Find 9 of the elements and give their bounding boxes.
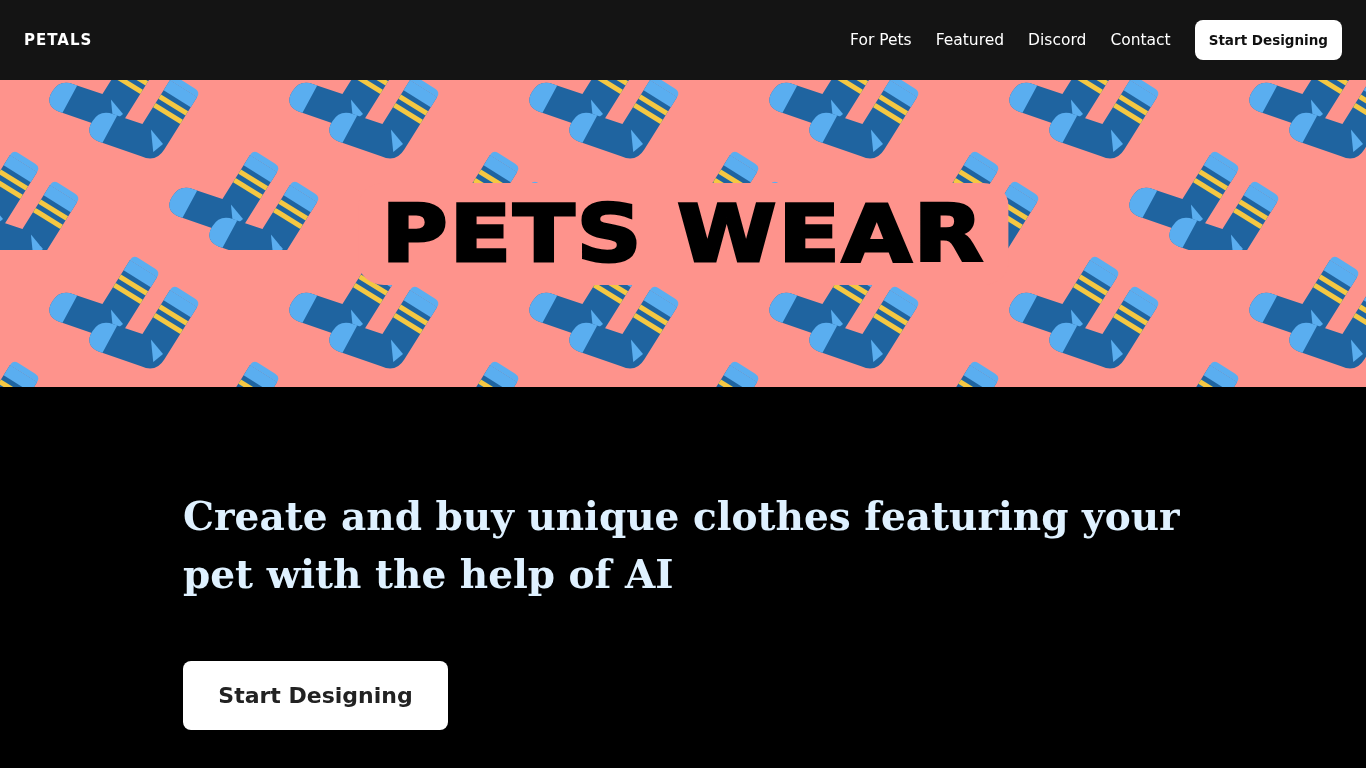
- start-designing-button[interactable]: Start Designing: [183, 661, 448, 730]
- nav-link[interactable]: Featured: [935, 31, 1005, 49]
- hero-headline: Create and buy unique clothes featuring your pet with the help of AI: [183, 492, 1181, 599]
- brand-logo[interactable]: PETALS: [24, 31, 851, 49]
- nav-link[interactable]: Contact: [1110, 31, 1171, 49]
- nav-link[interactable]: Discord: [1028, 31, 1087, 49]
- nav-link[interactable]: For Pets: [850, 31, 912, 49]
- banner-title: PETS WEAR: [358, 182, 1008, 285]
- start-designing-button[interactable]: Start Designing: [1194, 20, 1342, 60]
